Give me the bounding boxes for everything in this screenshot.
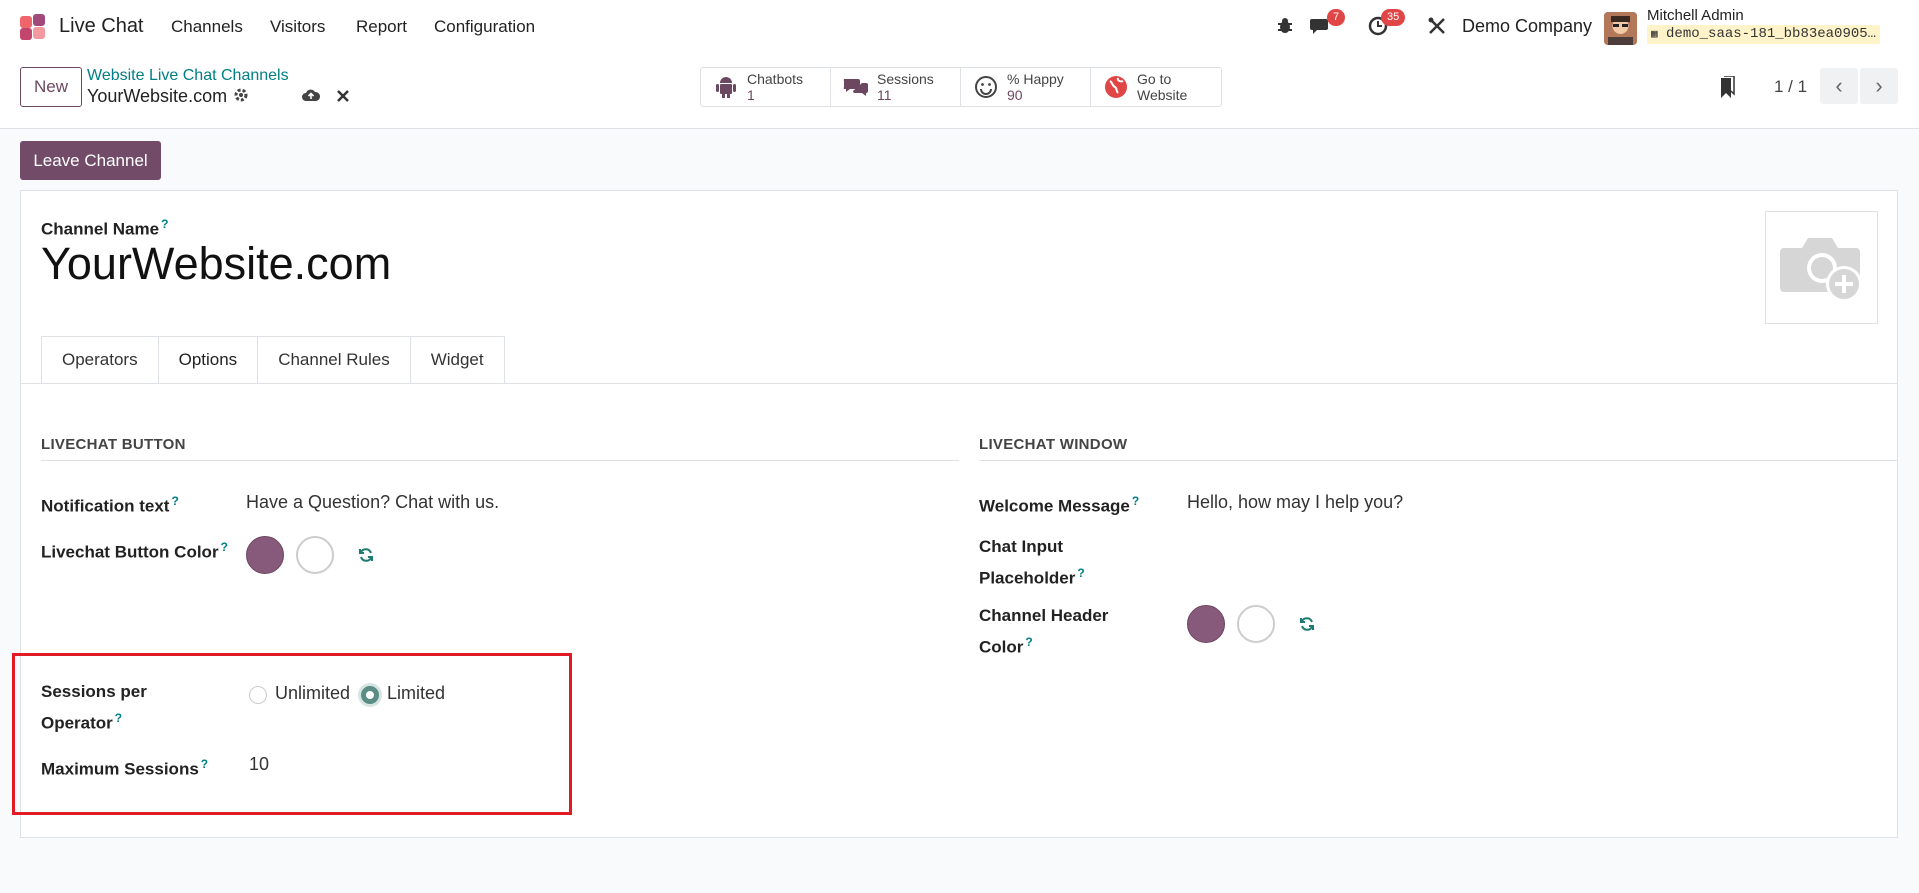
- tab-channel-rules[interactable]: Channel Rules: [257, 336, 410, 384]
- tabs-divider: [21, 383, 1897, 384]
- menu-visitors[interactable]: Visitors: [270, 17, 325, 37]
- chatbots-label: Chatbots: [747, 71, 804, 87]
- chat-input-placeholder-field[interactable]: [1187, 541, 1687, 571]
- debug-bug-icon[interactable]: [1273, 14, 1297, 38]
- camera-plus-icon: [1779, 237, 1862, 302]
- user-avatar[interactable]: [1604, 12, 1637, 45]
- sessions-label: Sessions: [877, 71, 934, 87]
- breadcrumb-current: YourWebsite.com: [87, 86, 228, 106]
- help-tooltip-icon[interactable]: ?: [161, 217, 168, 231]
- notification-text-field[interactable]: Have a Question? Chat with us.: [246, 492, 499, 513]
- livechat-button-section-title: LIVECHAT BUTTON: [41, 436, 186, 453]
- menu-configuration[interactable]: Configuration: [434, 17, 535, 37]
- smart-button-sessions[interactable]: Sessions 11: [831, 68, 961, 106]
- section-divider: [979, 460, 1897, 461]
- activities-clock-icon[interactable]: 35: [1366, 9, 1406, 38]
- channel-name-field[interactable]: YourWebsite.com: [41, 238, 391, 290]
- messages-count-badge: 7: [1327, 9, 1346, 26]
- livechat-window-section-title: LIVECHAT WINDOW: [979, 436, 1128, 453]
- menu-report[interactable]: Report: [356, 17, 407, 37]
- messages-icon[interactable]: 7: [1310, 9, 1346, 38]
- breadcrumb-parent-link[interactable]: Website Live Chat Channels: [87, 67, 289, 85]
- highlight-annotation-box: [12, 653, 572, 815]
- happy-label: % Happy: [1007, 71, 1064, 87]
- database-name-badge: ▦ demo_saas-181_bb83ea0905…: [1647, 25, 1881, 44]
- top-navbar: Live Chat Channels Visitors Report Confi…: [0, 0, 1919, 54]
- help-tooltip-icon[interactable]: ?: [221, 540, 228, 554]
- company-switcher[interactable]: Demo Company: [1462, 16, 1592, 37]
- tab-widget[interactable]: Widget: [409, 336, 505, 384]
- menu-channels[interactable]: Channels: [171, 17, 243, 37]
- globe-icon: [1103, 74, 1129, 100]
- welcome-message-label: Welcome Message?: [979, 494, 1140, 516]
- pager-value[interactable]: 1 / 1: [1774, 77, 1807, 97]
- channel-header-color-label: Channel Header Color?: [979, 606, 1109, 657]
- smart-button-happy[interactable]: % Happy 90: [961, 68, 1091, 106]
- tab-options[interactable]: Options: [157, 336, 258, 384]
- user-name[interactable]: Mitchell Admin: [1647, 7, 1744, 24]
- notification-text-label: Notification text?: [41, 494, 179, 516]
- chat-input-placeholder-label: Chat Input Placeholder?: [979, 537, 1085, 588]
- save-cloud-icon[interactable]: [301, 87, 321, 108]
- control-panel: New Website Live Chat Channels YourWebsi…: [0, 54, 1919, 129]
- smart-buttons: Chatbots 1 Sessions 11 % Happy 90 Go to Webs…: [700, 67, 1222, 107]
- comments-icon: [843, 74, 869, 100]
- channel-image-upload[interactable]: [1765, 211, 1878, 324]
- app-name[interactable]: Live Chat: [59, 15, 144, 38]
- leave-channel-button[interactable]: Leave Channel: [20, 141, 161, 180]
- bookmark-icon[interactable]: [1718, 75, 1736, 105]
- new-button[interactable]: New: [20, 67, 82, 107]
- form-tabs: Operators Options Channel Rules Widget: [41, 336, 505, 384]
- reset-color-refresh-icon[interactable]: [358, 547, 374, 568]
- activities-count-badge: 35: [1381, 9, 1406, 26]
- database-name: demo_saas-181_bb83ea0905…: [1666, 26, 1877, 42]
- smile-icon: [973, 74, 999, 100]
- reset-color-refresh-icon[interactable]: [1299, 616, 1315, 637]
- livechat-app-logo-icon[interactable]: [18, 12, 48, 42]
- record-settings-gear-icon[interactable]: [233, 87, 249, 108]
- pager-previous-chevron-left-icon[interactable]: ‹: [1820, 68, 1858, 104]
- header-text-color-swatch[interactable]: [1237, 605, 1275, 643]
- database-icon: ▦: [1651, 29, 1658, 41]
- help-tooltip-icon[interactable]: ?: [1132, 494, 1139, 508]
- chatbots-count: 1: [747, 87, 755, 103]
- tools-icon[interactable]: [1425, 14, 1449, 38]
- sessions-count: 11: [877, 87, 892, 103]
- tab-operators[interactable]: Operators: [41, 336, 158, 384]
- smart-button-go-to-website[interactable]: Go to Website: [1091, 68, 1221, 106]
- pager-next-chevron-right-icon[interactable]: ›: [1860, 68, 1898, 104]
- website-label: Website: [1137, 87, 1188, 103]
- header-background-color-swatch[interactable]: [1187, 605, 1225, 643]
- welcome-message-field[interactable]: Hello, how may I help you?: [1187, 492, 1403, 513]
- go-to-label: Go to: [1137, 71, 1172, 87]
- discard-close-icon[interactable]: [336, 88, 350, 108]
- button-background-color-swatch[interactable]: [246, 536, 284, 574]
- livechat-button-color-label: Livechat Button Color?: [41, 540, 228, 562]
- smart-button-chatbots[interactable]: Chatbots 1: [701, 68, 831, 106]
- help-tooltip-icon[interactable]: ?: [1077, 566, 1084, 580]
- help-tooltip-icon[interactable]: ?: [1025, 635, 1032, 649]
- android-icon: [713, 74, 739, 100]
- help-tooltip-icon[interactable]: ?: [171, 494, 178, 508]
- button-text-color-swatch[interactable]: [296, 536, 334, 574]
- happy-percent: 90: [1007, 87, 1023, 103]
- section-divider: [41, 460, 959, 461]
